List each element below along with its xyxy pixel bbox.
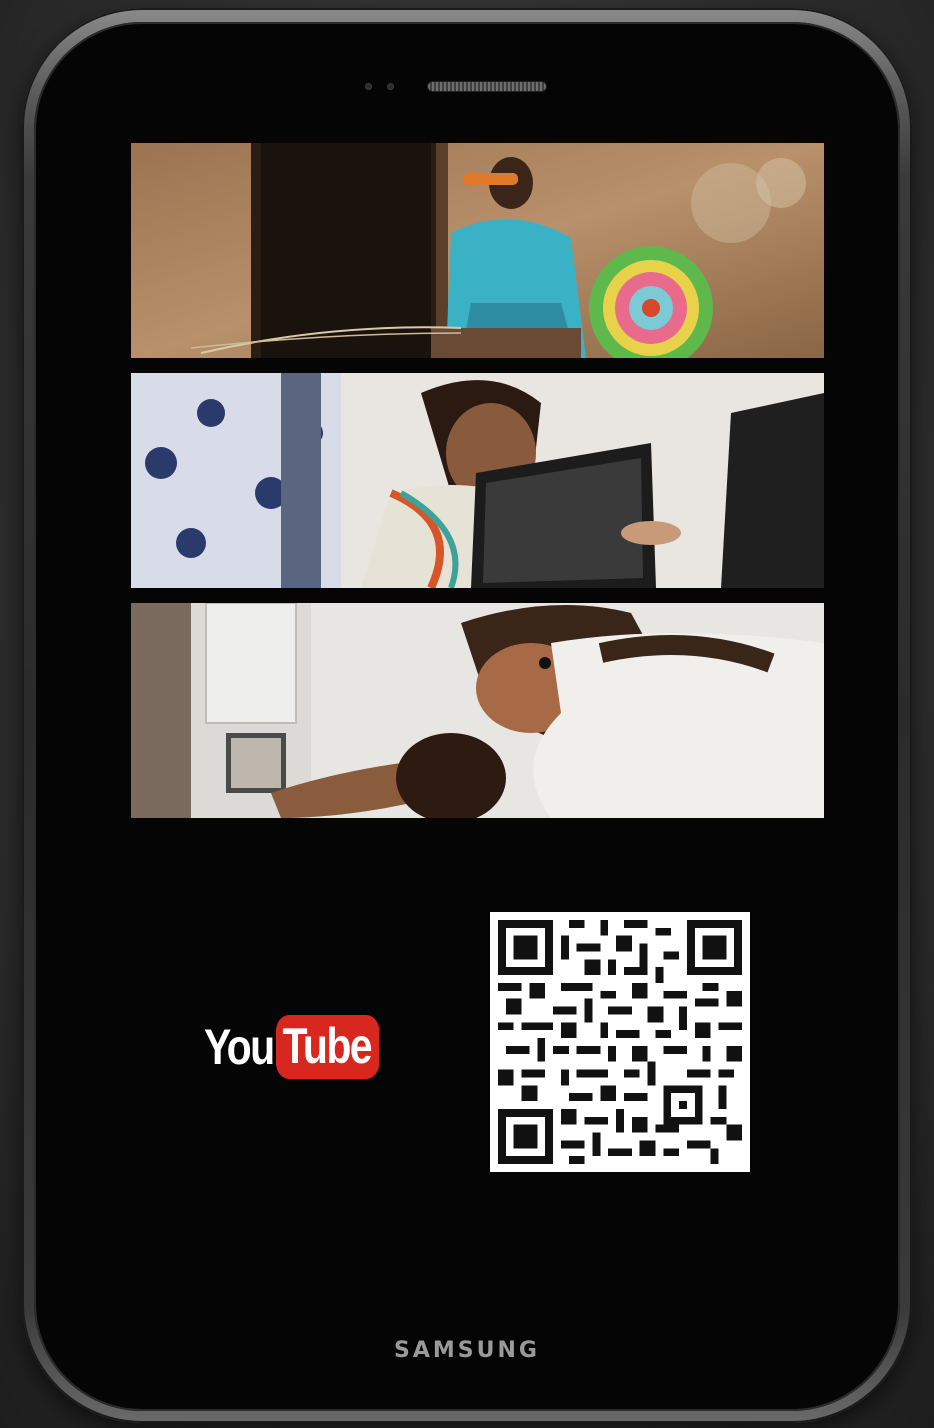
qr-code-icon[interactable] xyxy=(490,912,750,1172)
photo-women-with-equipment xyxy=(131,603,824,818)
youtube-logo[interactable]: You Tube xyxy=(204,1010,402,1084)
light-sensor-icon xyxy=(387,83,394,90)
front-camera-icon xyxy=(365,83,372,90)
youtube-logo-you: You xyxy=(204,1019,275,1075)
device-brand-label: SAMSUNG xyxy=(394,1338,540,1363)
photo-woman-weaving xyxy=(131,143,824,358)
youtube-logo-tube: Tube xyxy=(276,1015,380,1079)
photo-woman-at-computer xyxy=(131,373,824,588)
earpiece-speaker xyxy=(428,82,546,91)
